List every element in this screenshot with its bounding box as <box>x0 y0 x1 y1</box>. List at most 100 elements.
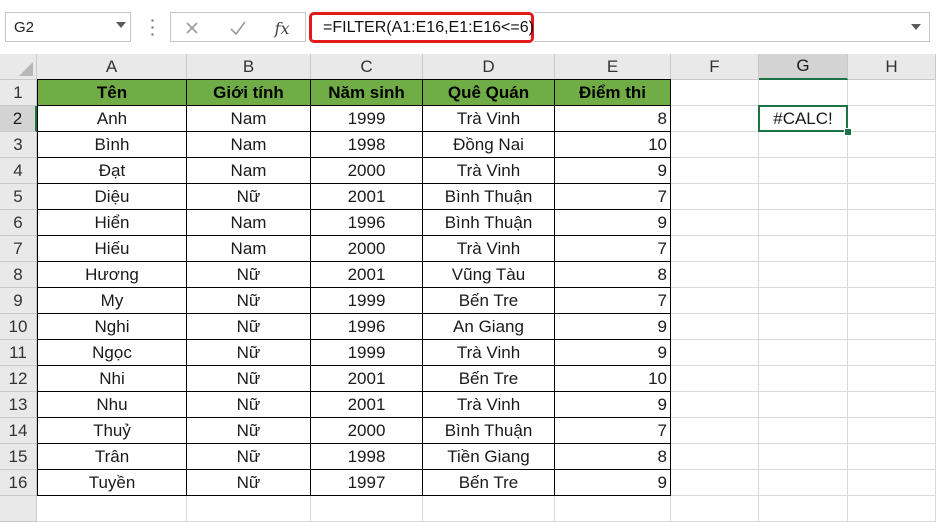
empty-cell[interactable] <box>759 80 848 106</box>
name-box[interactable]: G2 <box>5 12 131 42</box>
empty-cell[interactable] <box>37 496 187 522</box>
empty-cell[interactable] <box>848 392 936 418</box>
table-cell[interactable]: Nam <box>187 158 311 184</box>
select-all-corner[interactable] <box>0 54 37 80</box>
table-cell[interactable]: 7 <box>555 288 671 314</box>
empty-cell[interactable] <box>759 392 848 418</box>
empty-cell[interactable] <box>671 158 759 184</box>
table-header-cell[interactable]: Quê Quán <box>423 80 555 106</box>
table-cell[interactable]: 9 <box>555 470 671 496</box>
row-header-13[interactable]: 13 <box>0 392 37 418</box>
empty-cell[interactable] <box>848 184 936 210</box>
empty-cell[interactable] <box>848 418 936 444</box>
empty-cell[interactable] <box>848 210 936 236</box>
chevron-down-icon[interactable] <box>911 24 921 30</box>
table-cell[interactable]: 2001 <box>311 184 423 210</box>
empty-cell[interactable] <box>671 392 759 418</box>
table-cell[interactable]: Nữ <box>187 340 311 366</box>
row-header-6[interactable]: 6 <box>0 210 37 236</box>
empty-cell[interactable] <box>848 236 936 262</box>
table-cell[interactable]: 2001 <box>311 366 423 392</box>
table-cell[interactable]: 9 <box>555 340 671 366</box>
table-cell[interactable]: Nữ <box>187 288 311 314</box>
empty-cell[interactable] <box>848 158 936 184</box>
table-cell[interactable]: Trân <box>37 444 187 470</box>
table-cell[interactable]: 1999 <box>311 288 423 314</box>
empty-cell[interactable] <box>555 496 671 522</box>
empty-cell[interactable] <box>671 106 759 132</box>
empty-cell[interactable] <box>311 496 423 522</box>
empty-cell[interactable] <box>187 496 311 522</box>
row-header-10[interactable]: 10 <box>0 314 37 340</box>
fill-handle[interactable] <box>844 128 852 136</box>
empty-cell[interactable] <box>848 314 936 340</box>
empty-cell[interactable] <box>848 106 936 132</box>
row-header-next[interactable] <box>0 496 37 522</box>
empty-cell[interactable] <box>848 80 936 106</box>
table-header-cell[interactable]: Điểm thi <box>555 80 671 106</box>
table-cell[interactable]: 2000 <box>311 236 423 262</box>
table-cell[interactable]: Nghi <box>37 314 187 340</box>
table-cell[interactable]: 9 <box>555 392 671 418</box>
row-header-15[interactable]: 15 <box>0 444 37 470</box>
table-cell[interactable]: Nam <box>187 236 311 262</box>
empty-cell[interactable] <box>671 470 759 496</box>
table-cell[interactable]: Tiền Giang <box>423 444 555 470</box>
table-cell[interactable]: Nữ <box>187 444 311 470</box>
empty-cell[interactable] <box>671 496 759 522</box>
table-cell[interactable]: Trà Vinh <box>423 236 555 262</box>
empty-cell[interactable] <box>759 210 848 236</box>
table-cell[interactable]: Tuyền <box>37 470 187 496</box>
column-header-g[interactable]: G <box>759 54 848 80</box>
row-header-2[interactable]: 2 <box>0 106 37 132</box>
empty-cell[interactable] <box>671 210 759 236</box>
empty-cell[interactable] <box>759 340 848 366</box>
empty-cell[interactable] <box>671 184 759 210</box>
table-cell[interactable]: Đạt <box>37 158 187 184</box>
empty-cell[interactable] <box>848 470 936 496</box>
empty-cell[interactable] <box>759 262 848 288</box>
active-cell[interactable]: #CALC! <box>759 106 848 132</box>
empty-cell[interactable] <box>848 340 936 366</box>
table-cell[interactable]: Bình <box>37 132 187 158</box>
table-cell[interactable]: Anh <box>37 106 187 132</box>
empty-cell[interactable] <box>759 366 848 392</box>
table-cell[interactable]: 1998 <box>311 132 423 158</box>
check-icon[interactable] <box>225 17 251 39</box>
table-cell[interactable]: An Giang <box>423 314 555 340</box>
empty-cell[interactable] <box>759 496 848 522</box>
table-cell[interactable]: 2001 <box>311 392 423 418</box>
table-cell[interactable]: Nữ <box>187 262 311 288</box>
empty-cell[interactable] <box>423 496 555 522</box>
table-cell[interactable]: 7 <box>555 418 671 444</box>
empty-cell[interactable] <box>759 470 848 496</box>
empty-cell[interactable] <box>671 366 759 392</box>
table-cell[interactable]: Bến Tre <box>423 366 555 392</box>
table-cell[interactable]: Bình Thuận <box>423 184 555 210</box>
row-header-7[interactable]: 7 <box>0 236 37 262</box>
row-header-9[interactable]: 9 <box>0 288 37 314</box>
table-cell[interactable]: 1998 <box>311 444 423 470</box>
formula-input[interactable]: =FILTER(A1:E16,E1:E16<=6) <box>309 12 534 43</box>
empty-cell[interactable] <box>671 80 759 106</box>
table-cell[interactable]: 9 <box>555 158 671 184</box>
table-cell[interactable]: Đồng Nai <box>423 132 555 158</box>
table-cell[interactable]: 9 <box>555 314 671 340</box>
table-cell[interactable]: 7 <box>555 236 671 262</box>
column-header-f[interactable]: F <box>671 54 759 80</box>
table-cell[interactable]: 7 <box>555 184 671 210</box>
table-cell[interactable]: Hương <box>37 262 187 288</box>
table-cell[interactable]: 8 <box>555 444 671 470</box>
empty-cell[interactable] <box>848 444 936 470</box>
empty-cell[interactable] <box>671 444 759 470</box>
empty-cell[interactable] <box>671 340 759 366</box>
close-icon[interactable] <box>179 17 205 39</box>
empty-cell[interactable] <box>671 132 759 158</box>
table-header-cell[interactable]: Năm sinh <box>311 80 423 106</box>
table-cell[interactable]: My <box>37 288 187 314</box>
table-cell[interactable]: Trà Vinh <box>423 106 555 132</box>
column-header-a[interactable]: A <box>37 54 187 80</box>
column-header-c[interactable]: C <box>311 54 423 80</box>
table-cell[interactable]: 2001 <box>311 262 423 288</box>
empty-cell[interactable] <box>671 288 759 314</box>
